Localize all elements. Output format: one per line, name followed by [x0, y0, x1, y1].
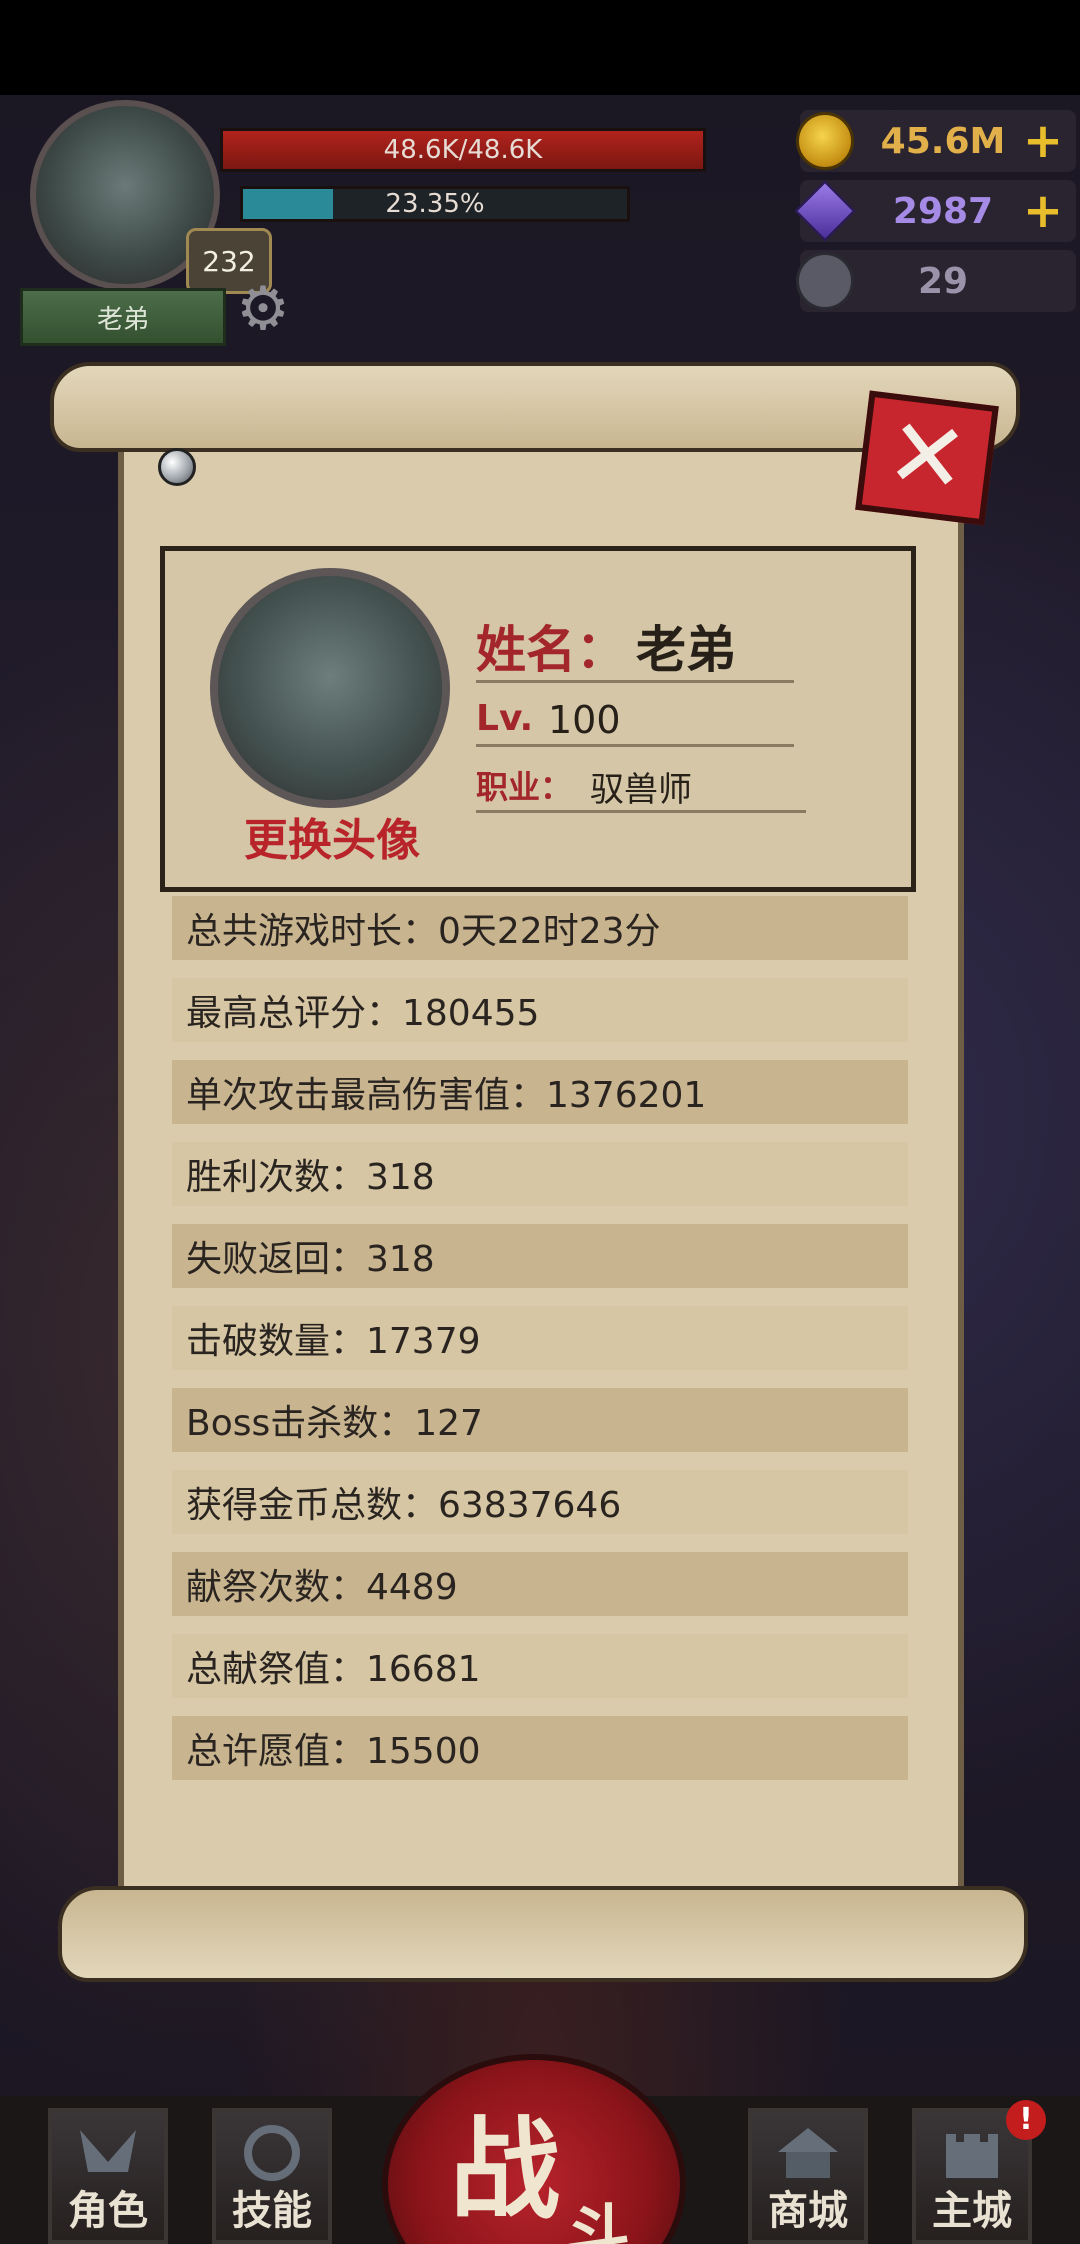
stat-row: 最高总评分：180455: [172, 978, 908, 1042]
job-value: 驭兽师: [590, 770, 692, 810]
pin-icon: [158, 448, 196, 486]
helmet-icon: [80, 2130, 136, 2172]
stat-row: 击破数量：17379: [172, 1306, 908, 1370]
stat-row: 失败返回：318: [172, 1224, 908, 1288]
nav-city-label: 主城: [932, 2188, 1012, 2234]
name-value: 老弟: [636, 621, 736, 679]
close-button[interactable]: ✕: [855, 390, 999, 526]
nav-role-label: 角色: [68, 2188, 148, 2234]
nav-shop-button[interactable]: 商城: [748, 2108, 868, 2244]
gem-resource: 2987 +: [794, 180, 1076, 242]
status-bar-area: [0, 0, 1080, 95]
xp-bar: 23.35%: [240, 186, 630, 222]
stat-row: 单次攻击最高伤害值：1376201: [172, 1060, 908, 1124]
stat-row: Boss击杀数：127: [172, 1388, 908, 1452]
level-value: 100: [548, 698, 621, 742]
nav-skill-label: 技能: [232, 2188, 312, 2234]
skull-resource: 29: [796, 250, 1076, 312]
gem-icon: [794, 180, 856, 242]
hp-bar: 48.6K/48.6K: [220, 128, 706, 172]
ram-skull-icon: [796, 252, 854, 310]
add-gem-button[interactable]: +: [1020, 186, 1066, 236]
xp-text: 23.35%: [385, 189, 485, 219]
castle-icon: [946, 2134, 998, 2178]
list-fade: [172, 1790, 908, 1830]
gold-value: 45.6M: [880, 120, 1006, 162]
settings-gear-icon[interactable]: ⚙: [230, 276, 296, 342]
nav-shop-label: 商城: [768, 2188, 848, 2234]
gold-coin-icon: [796, 112, 854, 170]
battle-label-main: 战: [450, 2106, 560, 2234]
swirl-icon: [244, 2125, 300, 2181]
level-label: Lv.: [476, 698, 534, 739]
stats-list[interactable]: 总共游戏时长：0天22时23分 最高总评分：180455 单次攻击最高伤害值：1…: [172, 896, 908, 1820]
stat-row: 献祭次数：4489: [172, 1552, 908, 1616]
stat-row: 胜利次数：318: [172, 1142, 908, 1206]
scroll-bottom-roll: [58, 1886, 1028, 1982]
name-label: 姓名：: [476, 621, 626, 679]
profile-portrait[interactable]: [210, 568, 450, 808]
add-gold-button[interactable]: +: [1020, 116, 1066, 166]
battle-label-sub: 斗: [566, 2199, 630, 2244]
stat-row: 总献祭值：16681: [172, 1634, 908, 1698]
change-avatar-button[interactable]: 更换头像: [222, 808, 442, 866]
player-name-plate: 老弟: [20, 288, 226, 346]
hp-text: 48.6K/48.6K: [383, 135, 543, 165]
gem-value: 2987: [892, 190, 994, 232]
game-scene: 232 老弟 ⚙ 48.6K/48.6K 23.35% 45.6M + 2987…: [0, 0, 1080, 2244]
nav-role-button[interactable]: 角色: [48, 2108, 168, 2244]
notification-badge: !: [1006, 2100, 1046, 2140]
stat-row: 获得金币总数：63837646: [172, 1470, 908, 1534]
stat-row: 总共游戏时长：0天22时23分: [172, 896, 908, 960]
stat-row: 总许愿值：15500: [172, 1716, 908, 1780]
nav-skill-button[interactable]: 技能: [212, 2108, 332, 2244]
skull-value: 29: [917, 260, 969, 302]
divider: [476, 744, 794, 747]
gold-resource: 45.6M +: [796, 110, 1076, 172]
job-label: 职业：: [476, 768, 573, 806]
divider: [476, 810, 806, 813]
shop-tent-icon: [778, 2128, 838, 2178]
divider: [476, 680, 794, 683]
